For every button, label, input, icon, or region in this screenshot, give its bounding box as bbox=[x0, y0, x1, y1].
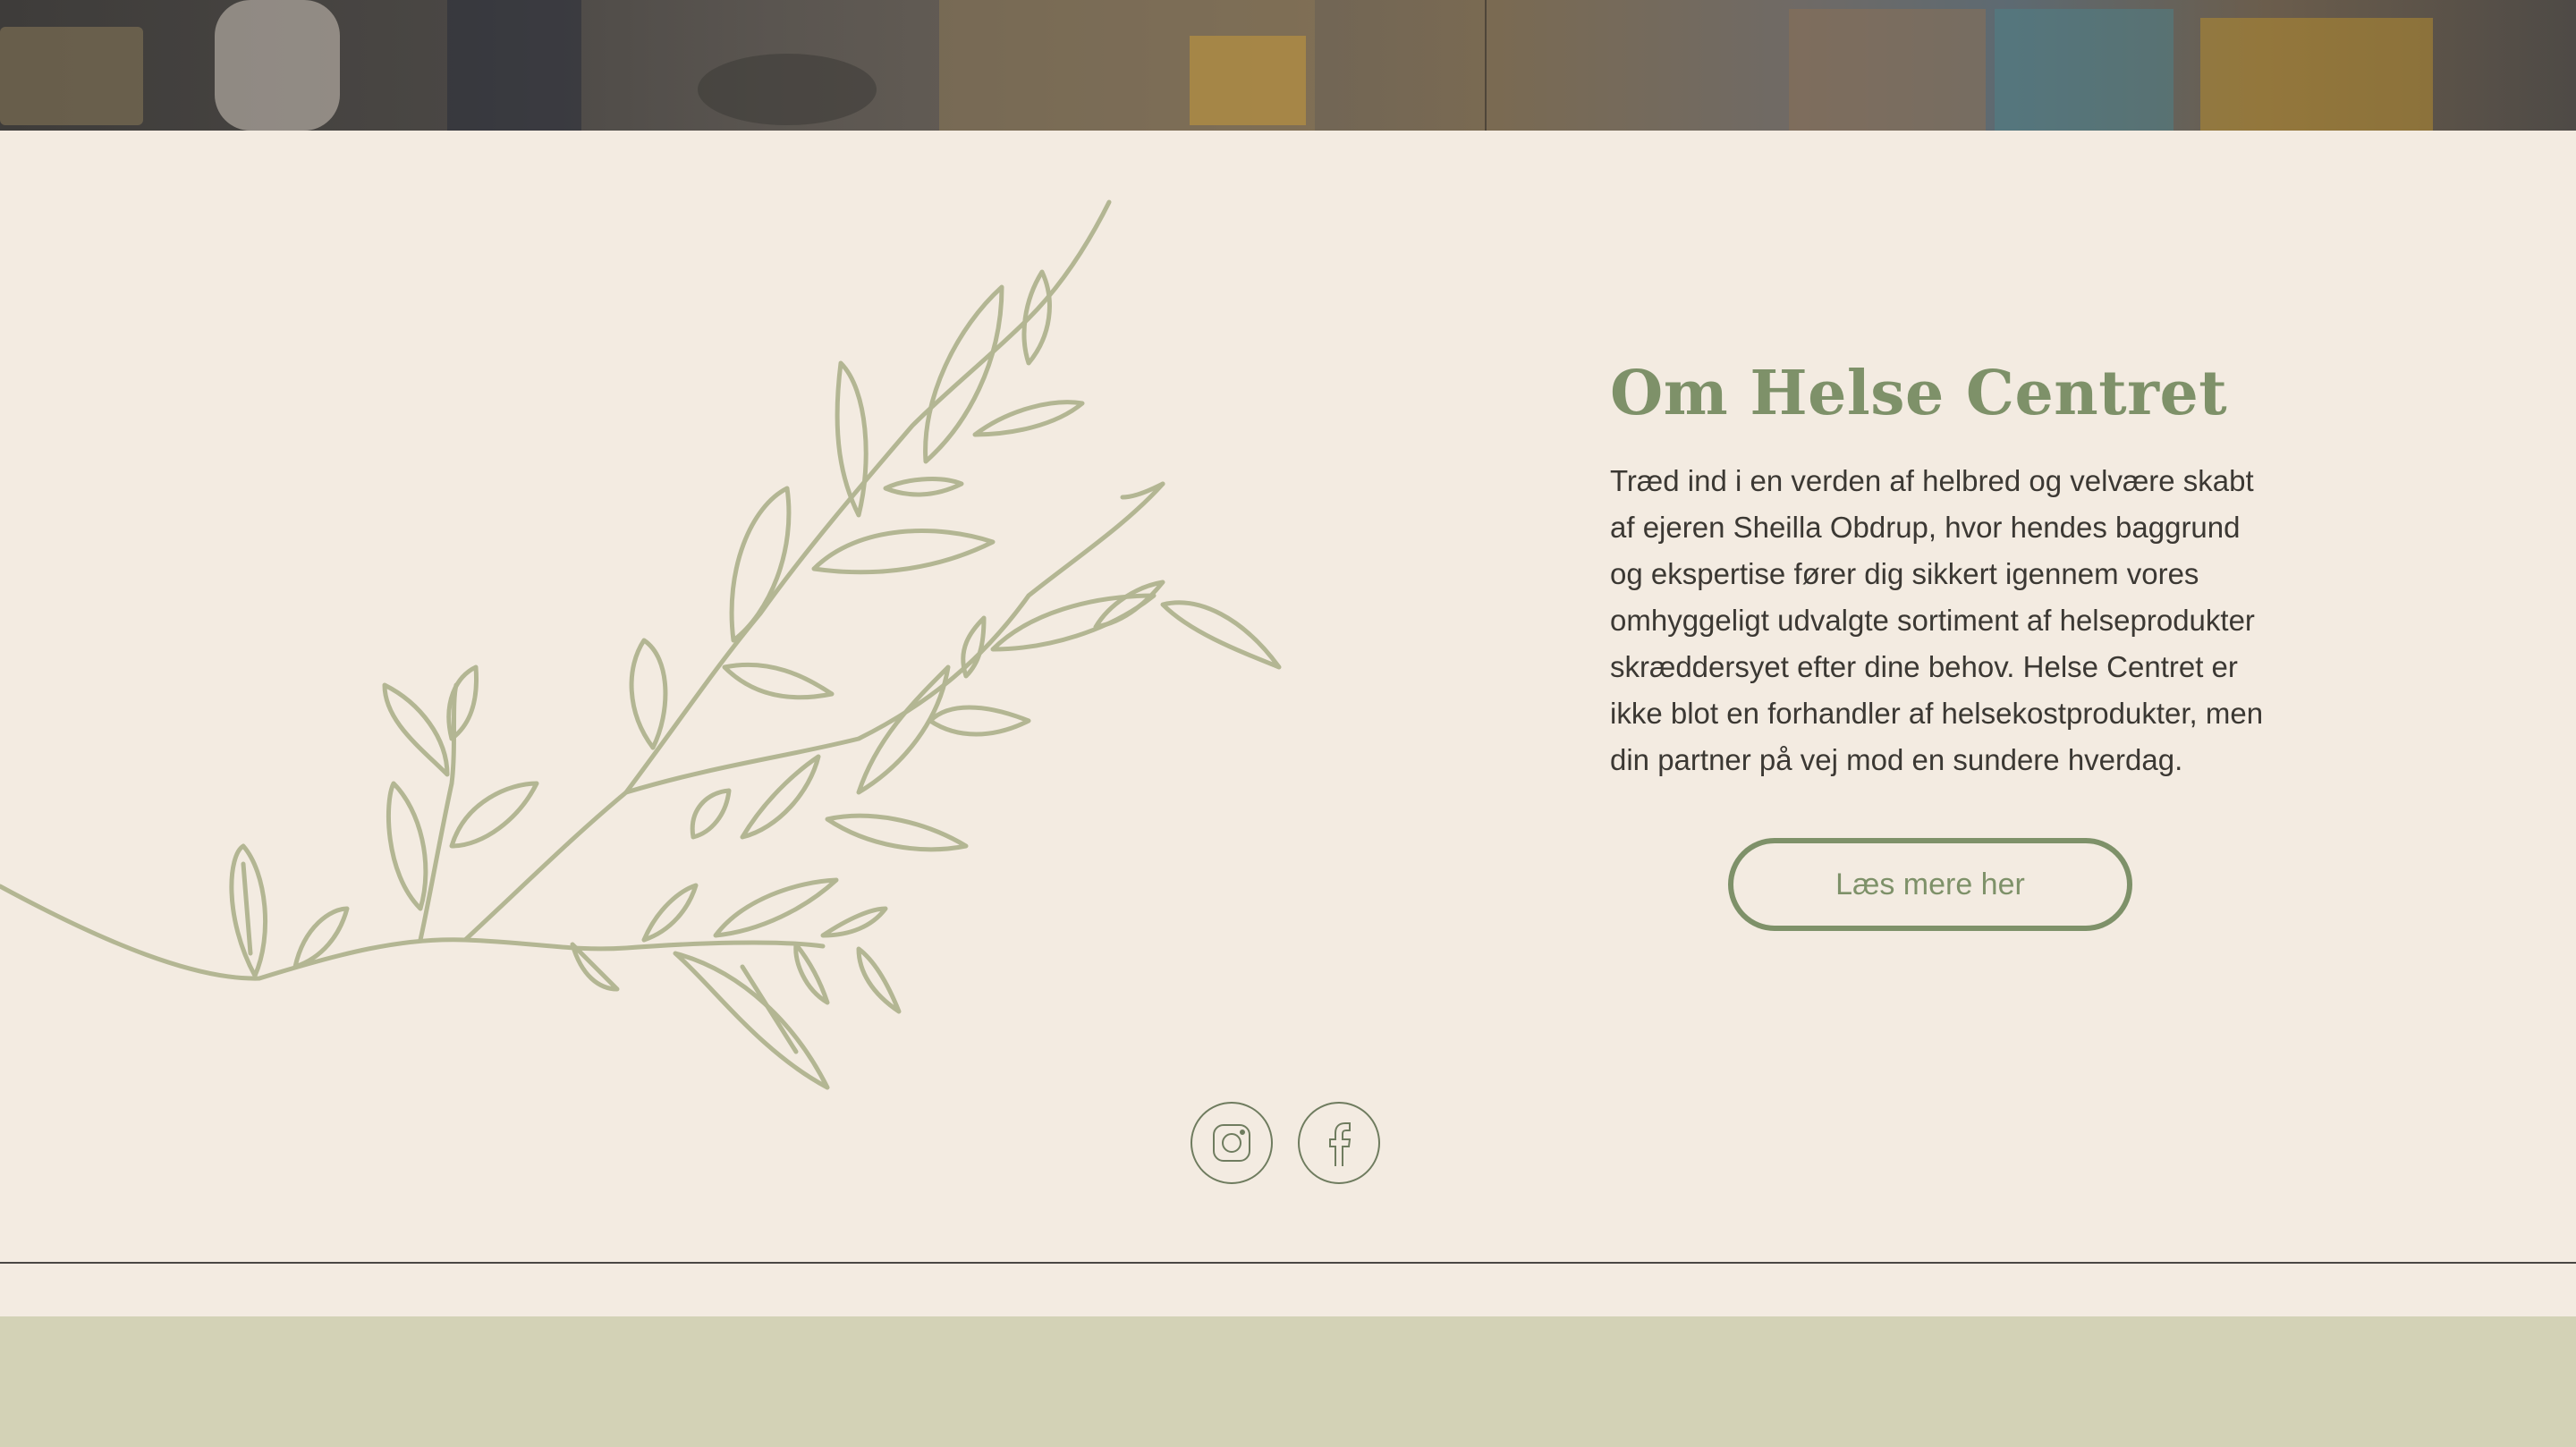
facebook-link[interactable] bbox=[1298, 1102, 1380, 1184]
facebook-icon bbox=[1329, 1122, 1352, 1166]
instagram-link[interactable] bbox=[1191, 1102, 1273, 1184]
branch-illustration bbox=[0, 199, 1282, 1090]
about-block: Om Helse Centret Træd ind i en verden af… bbox=[1610, 358, 2272, 783]
spacer bbox=[0, 1264, 2576, 1316]
about-body: Træd ind i en verden af helbred og velvæ… bbox=[1610, 463, 2264, 776]
hero-image bbox=[0, 0, 2576, 131]
instagram-icon bbox=[1213, 1124, 1250, 1162]
read-more-button[interactable]: Læs mere her bbox=[1728, 838, 2132, 931]
about-title: Om Helse Centret bbox=[1610, 358, 2228, 429]
footer bbox=[0, 1316, 2576, 1447]
